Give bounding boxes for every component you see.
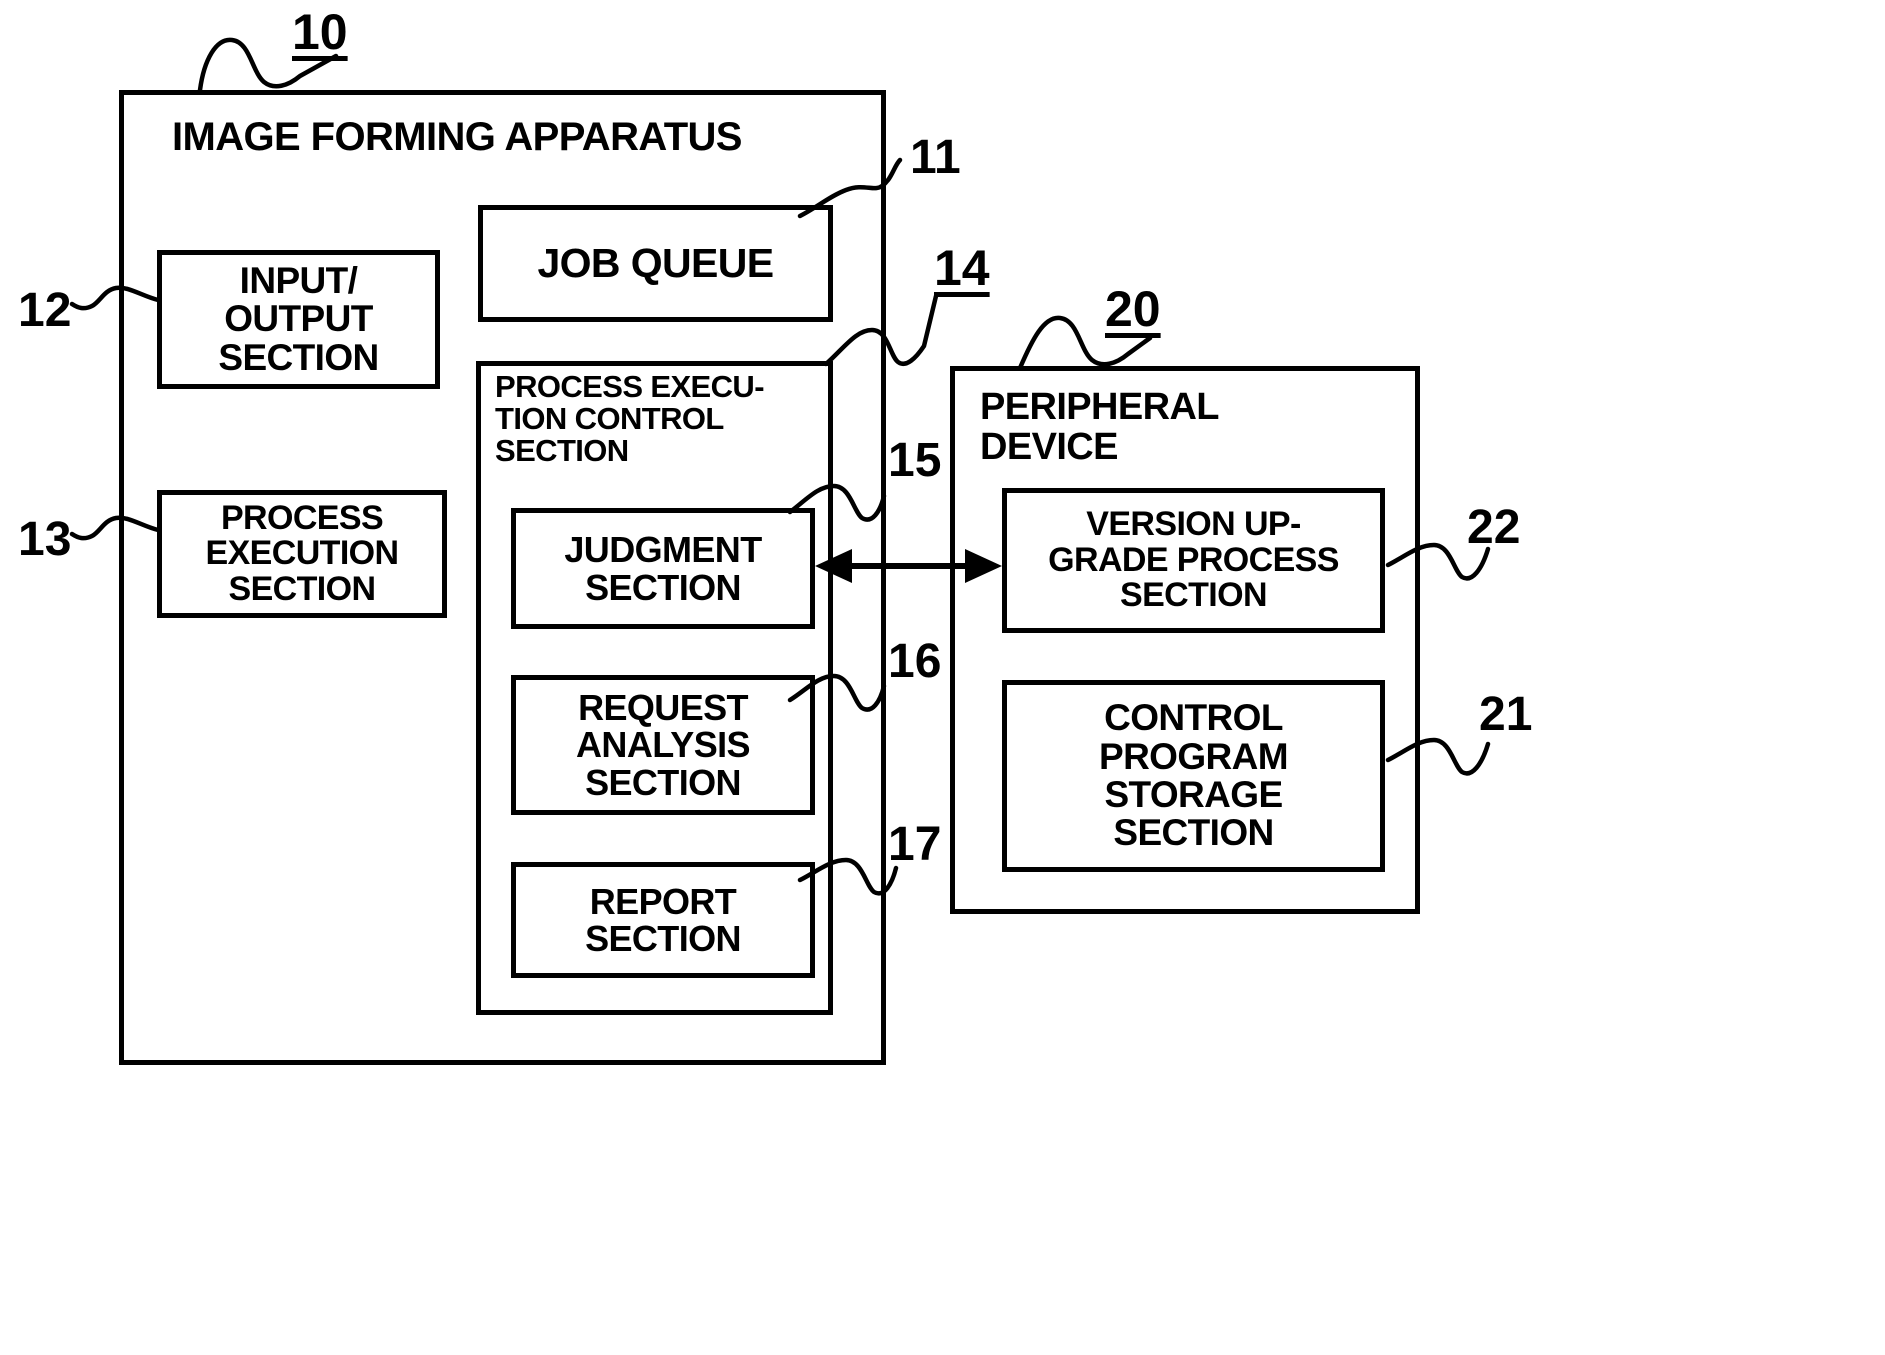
reference-numeral-11: 11 [910,131,961,184]
block-judgment-section: JUDGMENT SECTION [511,508,815,629]
reference-numeral-14: 14 [934,240,990,296]
block-version-upgrade-process-section: VERSION UP- GRADE PROCESS SECTION [1002,488,1385,633]
reference-numeral-12: 12 [18,284,72,337]
block-job-queue: JOB QUEUE [478,205,833,322]
block-report-section: REPORT SECTION [511,862,815,978]
block-input-output-section-label: INPUT/ OUTPUT SECTION [218,259,379,378]
reference-numeral-20: 20 [1105,281,1161,337]
block-job-queue-label: JOB QUEUE [537,240,774,287]
reference-numeral-10: 10 [292,4,348,60]
block-image-forming-apparatus-label: IMAGE FORMING APPARATUS [172,115,743,159]
block-process-execution-section-label: PROCESS EXECUTION SECTION [205,498,400,608]
reference-numeral-13: 13 [18,513,72,566]
block-control-program-storage-section-label: CONTROL PROGRAM STORAGE SECTION [1098,697,1289,854]
block-report-section-label: REPORT SECTION [585,880,741,959]
block-process-execution-control-section-label: PROCESS EXECU- TION CONTROL SECTION [495,369,765,469]
reference-numeral-21: 21 [1479,688,1533,741]
reference-numeral-22: 22 [1467,501,1521,554]
block-peripheral-device-label: PERIPHERAL DEVICE [980,386,1220,468]
reference-numeral-16: 16 [888,635,942,688]
reference-numeral-17: 17 [888,818,942,871]
block-judgment-section-label: JUDGMENT SECTION [564,529,762,608]
block-request-analysis-section-label: REQUEST ANALYSIS SECTION [576,686,751,803]
block-process-execution-section: PROCESS EXECUTION SECTION [157,490,447,618]
block-control-program-storage-section: CONTROL PROGRAM STORAGE SECTION [1002,680,1385,872]
block-input-output-section: INPUT/ OUTPUT SECTION [157,250,440,389]
reference-numeral-15: 15 [888,434,942,487]
figure-canvas: IMAGE FORMING APPARATUS INPUT/ OUTPUT SE… [0,0,1885,1355]
block-version-upgrade-process-section-label: VERSION UP- GRADE PROCESS SECTION [1048,505,1339,615]
block-request-analysis-section: REQUEST ANALYSIS SECTION [511,675,815,815]
